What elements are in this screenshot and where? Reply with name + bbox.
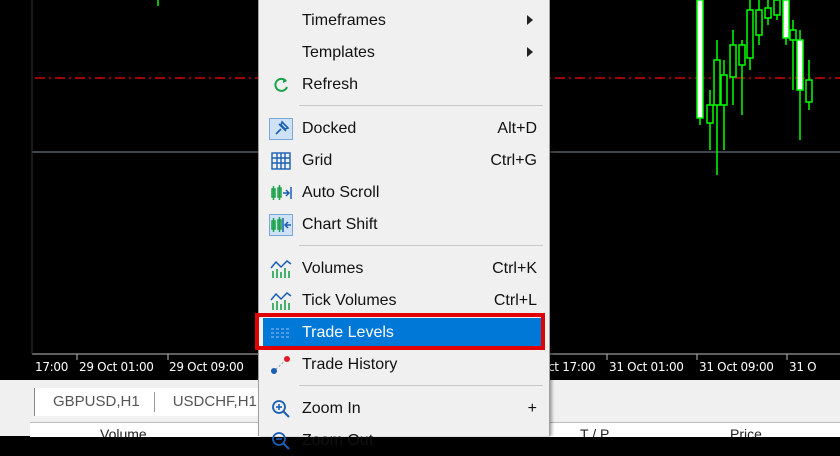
time-label: 31 Oct 09:00 — [699, 360, 774, 374]
submenu-arrow-icon — [527, 15, 533, 25]
menu-item-label: Refresh — [302, 76, 359, 93]
menu-item-label: Auto Scroll — [302, 184, 380, 201]
menu-item-tick-volumes[interactable]: Tick Volumes Ctrl+L — [263, 286, 545, 316]
pin-icon — [269, 118, 293, 140]
menu-item-zoom-out[interactable]: Zoom Out — [263, 426, 545, 456]
column-header-price[interactable]: Price — [730, 426, 762, 437]
tab-gbpusd-h1[interactable]: GBPUSD,H1 — [35, 392, 155, 412]
column-header-tp[interactable]: T / P — [580, 426, 609, 437]
menu-item-label: Grid — [302, 152, 333, 169]
menu-item-label: Zoom Out — [302, 432, 374, 449]
menu-item-shortcut: Ctrl+G — [490, 152, 537, 169]
time-label: 31 Oct 01:00 — [609, 360, 684, 374]
tab-usdchf-h1[interactable]: USDCHF,H1 — [155, 392, 272, 412]
volumes-icon — [269, 258, 293, 280]
menu-separator — [299, 385, 543, 386]
menu-item-label: Timeframes — [302, 12, 386, 29]
menu-item-trade-levels[interactable]: Trade Levels — [263, 318, 545, 348]
auto-scroll-icon — [269, 182, 293, 204]
menu-item-label: Templates — [302, 44, 375, 61]
menu-item-shortcut: Ctrl+L — [493, 292, 537, 309]
time-label: 17:00 — [35, 360, 69, 374]
chart-tabs: GBPUSD,H1 USDCHF,H1 — [34, 388, 272, 416]
menu-item-label: Volumes — [302, 260, 364, 277]
time-label: 29 Oct 09:00 — [169, 360, 244, 374]
trade-levels-icon — [269, 322, 293, 344]
menu-item-shortcut: Alt+D — [497, 120, 537, 137]
time-label: ct 17:00 — [548, 360, 596, 374]
menu-item-chart-shift[interactable]: Chart Shift — [263, 210, 545, 240]
chart-context-menu: Timeframes Templates Refresh Docked Alt+… — [258, 0, 550, 450]
menu-separator — [299, 245, 543, 246]
time-label: 29 Oct 01:00 — [79, 360, 154, 374]
menu-item-shortcut: Ctrl+K — [492, 260, 537, 277]
zoom-out-icon — [269, 430, 293, 452]
menu-separator — [299, 105, 543, 106]
grid-icon — [269, 150, 293, 172]
menu-item-grid[interactable]: Grid Ctrl+G — [263, 146, 545, 176]
menu-item-label: Trade History — [302, 356, 398, 373]
menu-item-timeframes[interactable]: Timeframes — [263, 6, 545, 36]
column-header-volume[interactable]: Volume — [100, 426, 147, 437]
submenu-arrow-icon — [527, 47, 533, 57]
zoom-in-icon — [269, 398, 293, 420]
menu-item-shortcut: + — [527, 400, 537, 417]
trade-history-icon — [269, 354, 293, 376]
candles — [696, 0, 813, 175]
menu-item-label: Docked — [302, 120, 357, 137]
menu-item-label: Zoom In — [302, 400, 361, 417]
menu-item-docked[interactable]: Docked Alt+D — [263, 114, 545, 144]
menu-item-auto-scroll[interactable]: Auto Scroll — [263, 178, 545, 208]
chart-shift-icon — [269, 214, 293, 236]
menu-item-label: Chart Shift — [302, 216, 378, 233]
menu-item-label: Trade Levels — [302, 324, 394, 341]
time-label: 31 O — [789, 360, 817, 374]
menu-item-volumes[interactable]: Volumes Ctrl+K — [263, 254, 545, 284]
tick-volumes-icon — [269, 290, 293, 312]
menu-item-label: Tick Volumes — [302, 292, 397, 309]
menu-item-trade-history[interactable]: Trade History — [263, 350, 545, 380]
menu-item-zoom-in[interactable]: Zoom In + — [263, 394, 545, 424]
menu-item-templates[interactable]: Templates — [263, 38, 545, 68]
refresh-icon — [269, 74, 293, 96]
menu-item-refresh[interactable]: Refresh — [263, 70, 545, 100]
